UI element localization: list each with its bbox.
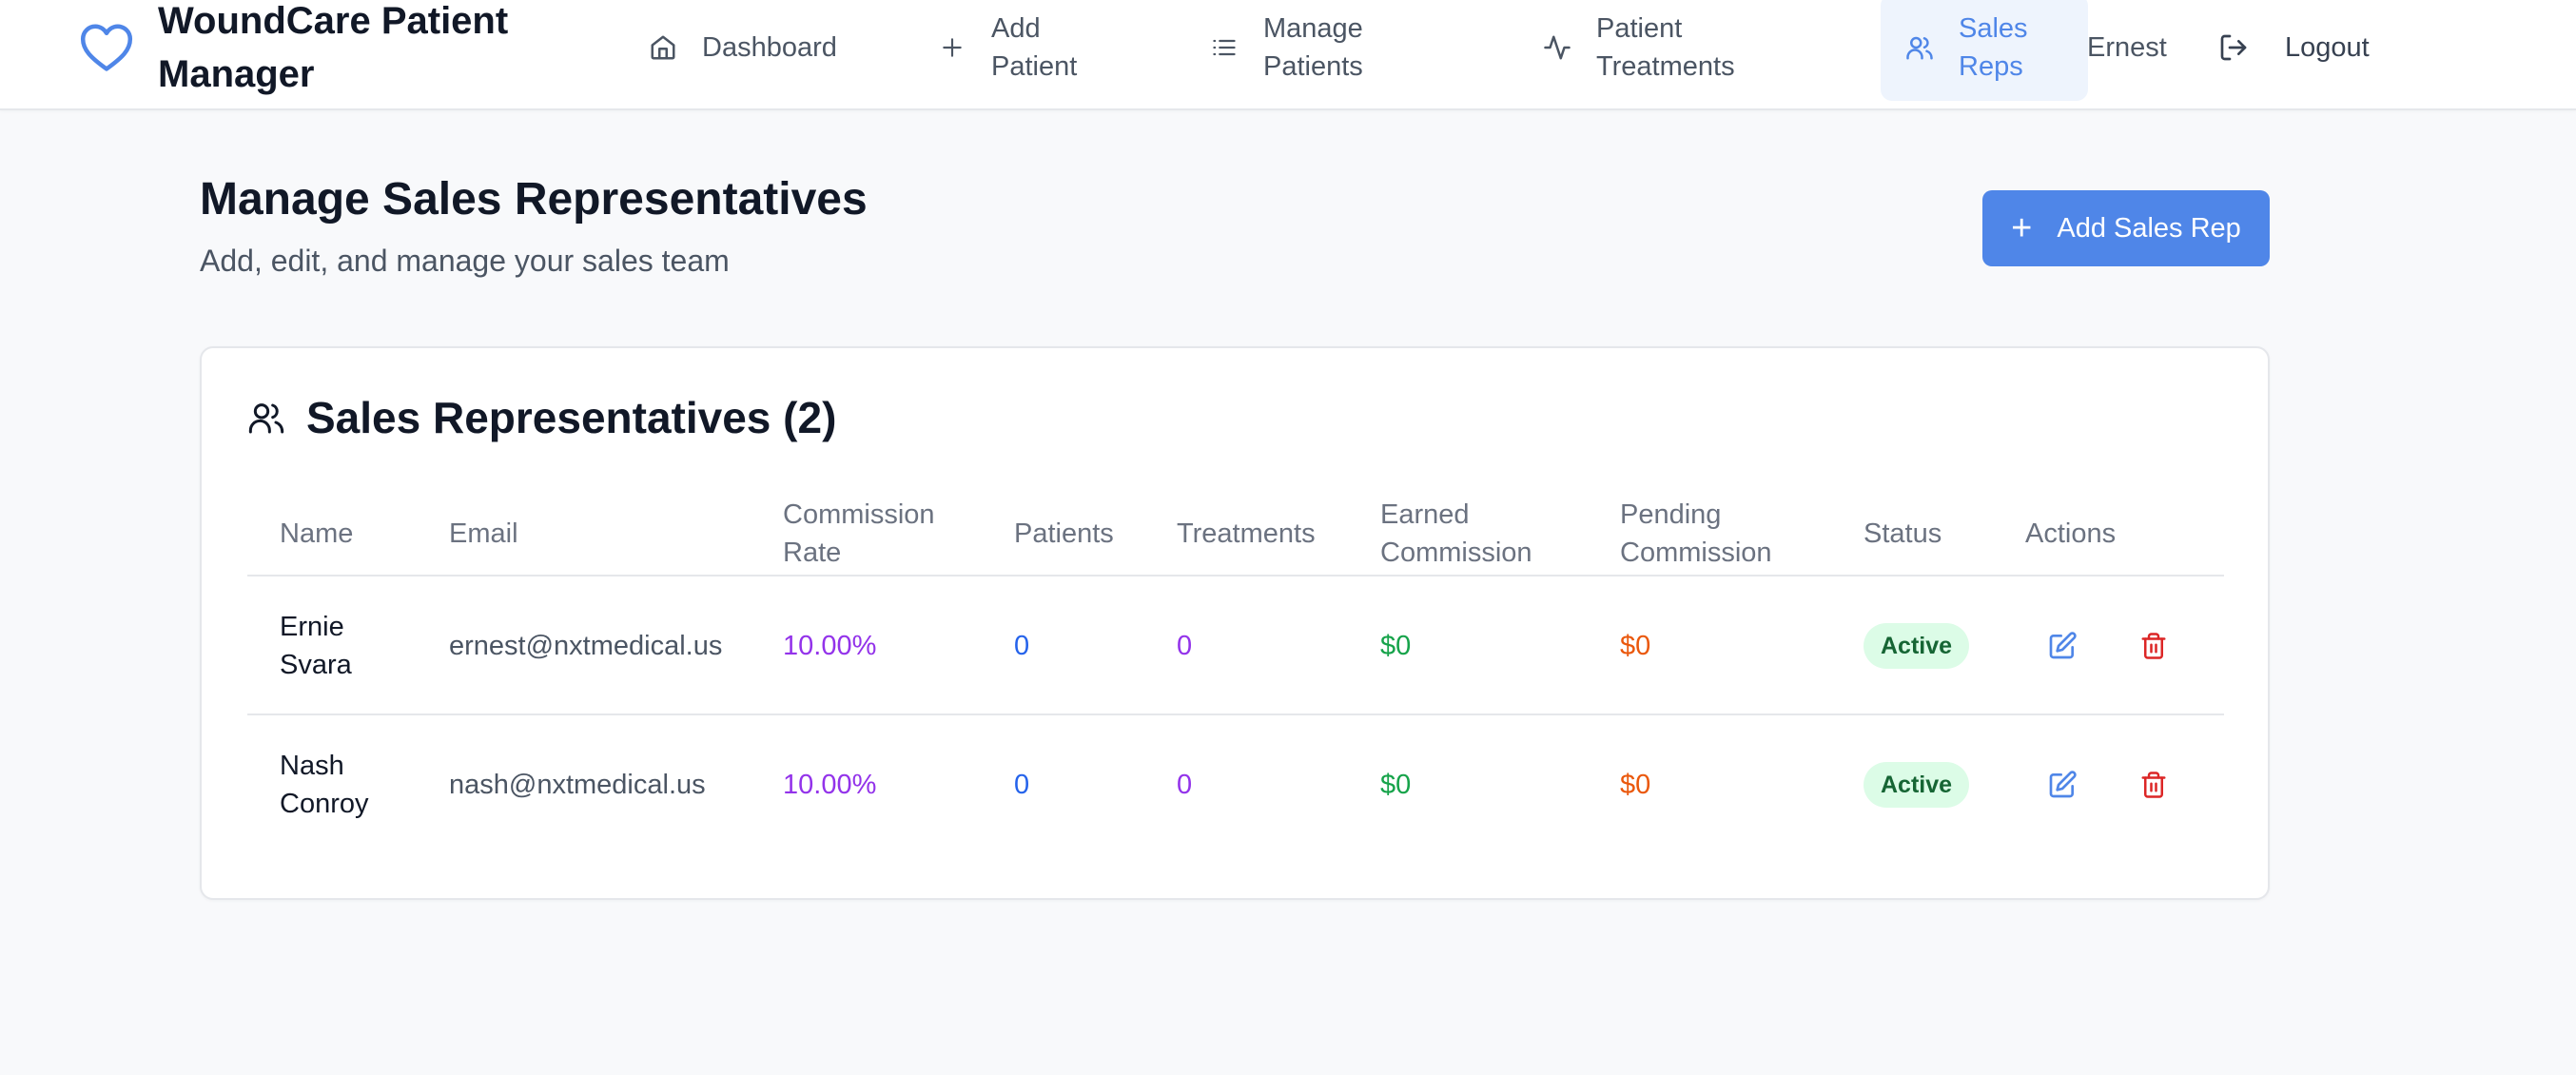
column-header-treatments: Treatments bbox=[1177, 518, 1316, 549]
nav-label: Add Patient bbox=[991, 13, 1078, 82]
table-row: Ernie Svara ernest@nxtmedical.us 10.00% … bbox=[247, 577, 2224, 715]
activity-icon bbox=[1541, 31, 1573, 64]
list-icon bbox=[1208, 31, 1240, 64]
current-user-name: Ernest bbox=[2087, 31, 2167, 63]
plus-icon: + bbox=[2011, 208, 2033, 248]
nav-label: Sales Reps bbox=[1959, 13, 2028, 82]
page-subtitle: Add, edit, and manage your sales team bbox=[200, 244, 730, 278]
nav-label: Patient Treatments bbox=[1596, 13, 1735, 82]
delete-button[interactable] bbox=[2137, 715, 2171, 854]
rep-earned-commission: $0 bbox=[1380, 631, 1412, 661]
rep-pending-commission: $0 bbox=[1620, 631, 1651, 661]
table-header: Name Email Commission Rate Patients Trea… bbox=[247, 491, 2224, 577]
add-sales-rep-button[interactable]: + Add Sales Rep bbox=[1982, 190, 2270, 266]
rep-name: Nash Conroy bbox=[280, 751, 369, 819]
column-header-actions: Actions bbox=[2025, 518, 2117, 549]
users-icon bbox=[247, 397, 289, 439]
column-header-commission-rate: Commission Rate bbox=[783, 499, 935, 568]
status-badge: Active bbox=[1864, 762, 1970, 808]
brand[interactable]: WoundCare Patient Manager bbox=[76, 0, 508, 95]
rep-patients-count: 0 bbox=[1014, 770, 1030, 800]
column-header-status: Status bbox=[1864, 518, 1942, 549]
delete-button[interactable] bbox=[2137, 577, 2171, 715]
rep-name: Ernie Svara bbox=[280, 612, 352, 680]
rep-commission-rate: 10.00% bbox=[783, 770, 877, 800]
table-row: Nash Conroy nash@nxtmedical.us 10.00% 0 … bbox=[247, 715, 2224, 854]
page-title: Manage Sales Representatives bbox=[200, 174, 868, 225]
top-navigation-bar: WoundCare Patient Manager Dashboard Add … bbox=[0, 0, 2576, 110]
nav-item-dashboard[interactable]: Dashboard bbox=[647, 0, 837, 95]
card-header: Sales Representatives (2) bbox=[247, 392, 836, 443]
column-header-name: Name bbox=[280, 518, 354, 549]
rep-commission-rate: 10.00% bbox=[783, 631, 877, 661]
nav-item-manage-patients[interactable]: Manage Patients bbox=[1208, 0, 1396, 95]
nav-item-sales-reps[interactable]: Sales Reps bbox=[1881, 0, 2088, 101]
nav-item-patient-treatments[interactable]: Patient Treatments bbox=[1541, 0, 1758, 95]
logout-button[interactable]: Logout bbox=[2218, 0, 2370, 95]
status-cell: Active bbox=[1864, 715, 1970, 854]
column-header-email: Email bbox=[449, 518, 518, 549]
rep-treatments-count: 0 bbox=[1177, 770, 1193, 800]
add-sales-rep-label: Add Sales Rep bbox=[2057, 212, 2241, 244]
column-header-pending-commission: Pending Commission bbox=[1620, 499, 1772, 568]
rep-email: nash@nxtmedical.us bbox=[449, 770, 706, 800]
nav-label: Manage Patients bbox=[1263, 13, 1363, 82]
logout-label: Logout bbox=[2285, 31, 2370, 63]
edit-button[interactable] bbox=[2045, 577, 2079, 715]
trash-icon bbox=[2137, 768, 2171, 802]
trash-icon bbox=[2137, 629, 2171, 663]
column-header-earned-commission: Earned Commission bbox=[1380, 499, 1532, 568]
rep-email: ernest@nxtmedical.us bbox=[449, 631, 723, 661]
edit-icon bbox=[2045, 768, 2079, 802]
status-cell: Active bbox=[1864, 577, 1970, 715]
rep-treatments-count: 0 bbox=[1177, 631, 1193, 661]
plus-icon bbox=[936, 31, 968, 64]
card-title: Sales Representatives (2) bbox=[306, 393, 837, 442]
edit-icon bbox=[2045, 629, 2079, 663]
heart-icon bbox=[76, 17, 137, 78]
nav-label: Dashboard bbox=[702, 32, 837, 63]
edit-button[interactable] bbox=[2045, 715, 2079, 854]
nav-item-add-patient[interactable]: Add Patient bbox=[936, 0, 1096, 95]
column-header-patients: Patients bbox=[1014, 518, 1114, 549]
rep-pending-commission: $0 bbox=[1620, 770, 1651, 800]
users-icon bbox=[1903, 31, 1936, 64]
rep-patients-count: 0 bbox=[1014, 631, 1030, 661]
sales-reps-card: Sales Representatives (2) Name Email Com… bbox=[200, 346, 2270, 900]
logout-icon bbox=[2218, 30, 2253, 65]
home-icon bbox=[647, 31, 679, 64]
app-title: WoundCare Patient Manager bbox=[158, 0, 509, 95]
status-badge: Active bbox=[1864, 623, 1970, 669]
rep-earned-commission: $0 bbox=[1380, 770, 1412, 800]
